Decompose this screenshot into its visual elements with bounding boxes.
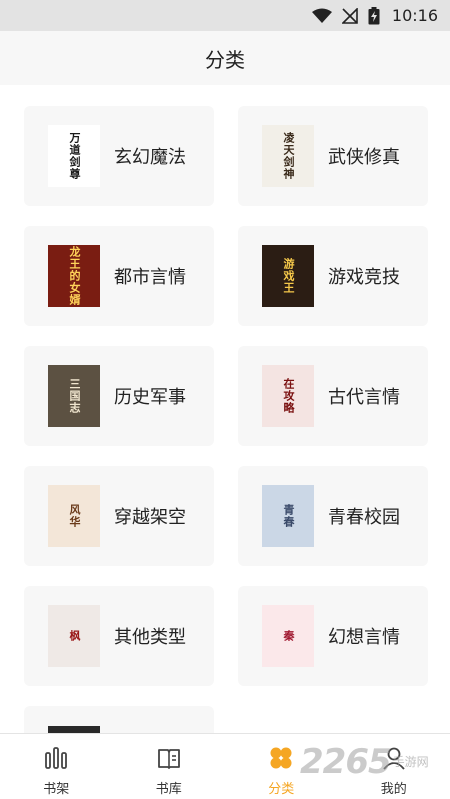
nav-label: 书架 bbox=[43, 782, 70, 797]
category-label: 玄幻魔法 bbox=[114, 147, 186, 168]
wifi-icon bbox=[311, 8, 332, 24]
bookshelf-icon bbox=[42, 744, 70, 772]
status-bar: 10:16 bbox=[0, 0, 450, 31]
category-label: 历史军事 bbox=[114, 387, 186, 408]
category-grid: 万道剑尊 玄幻魔法 凌天剑神 武侠修真 龙王的女婿 都市言情 游戏王 游戏竞技 … bbox=[24, 106, 428, 733]
category-label: 穿越架空 bbox=[114, 507, 186, 528]
category-label: 都市言情 bbox=[114, 267, 186, 288]
library-icon bbox=[155, 744, 183, 772]
category-card-wuxia[interactable]: 凌天剑神 武侠修真 bbox=[238, 106, 428, 206]
status-time: 10:16 bbox=[391, 6, 438, 25]
book-cover: 凌天剑神 bbox=[262, 125, 314, 187]
category-label: 武侠修真 bbox=[328, 147, 400, 168]
category-label: 其他类型 bbox=[114, 627, 186, 648]
category-card-lishi[interactable]: 三国志 历史军事 bbox=[24, 346, 214, 446]
page-header: 分类 bbox=[0, 31, 450, 85]
no-signal-icon bbox=[341, 7, 358, 24]
category-card-gudai[interactable]: 在攻略 古代言情 bbox=[238, 346, 428, 446]
page-title: 分类 bbox=[205, 47, 245, 72]
book-cover: 万道剑尊 bbox=[48, 125, 100, 187]
nav-label: 分类 bbox=[268, 782, 295, 797]
category-card-huanxiang[interactable]: 秦 幻想言情 bbox=[238, 586, 428, 686]
category-card-chuanyue[interactable]: 风华 穿越架空 bbox=[24, 466, 214, 566]
category-card-qingchun[interactable]: 青春 青春校园 bbox=[238, 466, 428, 566]
category-list[interactable]: 万道剑尊 玄幻魔法 凌天剑神 武侠修真 龙王的女婿 都市言情 游戏王 游戏竞技 … bbox=[0, 85, 450, 733]
book-cover: 在攻略 bbox=[262, 365, 314, 427]
nav-item-library[interactable]: 书库 bbox=[113, 734, 226, 799]
book-cover: 枫 bbox=[48, 605, 100, 667]
category-card-xuanhuan[interactable]: 万道剑尊 玄幻魔法 bbox=[24, 106, 214, 206]
book-cover: 风华 bbox=[48, 485, 100, 547]
book-cover: 游戏王 bbox=[262, 245, 314, 307]
nav-item-bookshelf[interactable]: 书架 bbox=[0, 734, 113, 799]
nav-label: 书库 bbox=[155, 782, 182, 797]
book-cover bbox=[48, 726, 100, 733]
category-label: 幻想言情 bbox=[328, 627, 400, 648]
battery-charging-icon bbox=[368, 6, 380, 25]
book-cover: 青春 bbox=[262, 485, 314, 547]
category-label: 古代言情 bbox=[328, 387, 400, 408]
category-card-qita[interactable]: 枫 其他类型 bbox=[24, 586, 214, 686]
book-cover: 秦 bbox=[262, 605, 314, 667]
book-cover: 龙王的女婿 bbox=[48, 245, 100, 307]
category-card-dushi[interactable]: 龙王的女婿 都市言情 bbox=[24, 226, 214, 326]
category-label: 青春校园 bbox=[328, 507, 400, 528]
category-card-youxi[interactable]: 游戏王 游戏竞技 bbox=[238, 226, 428, 326]
category-card-partial[interactable] bbox=[24, 706, 214, 733]
category-icon bbox=[267, 744, 295, 772]
watermark-logo: 2265 手游网 bbox=[300, 742, 429, 782]
category-label: 游戏竞技 bbox=[328, 267, 400, 288]
book-cover: 三国志 bbox=[48, 365, 100, 427]
